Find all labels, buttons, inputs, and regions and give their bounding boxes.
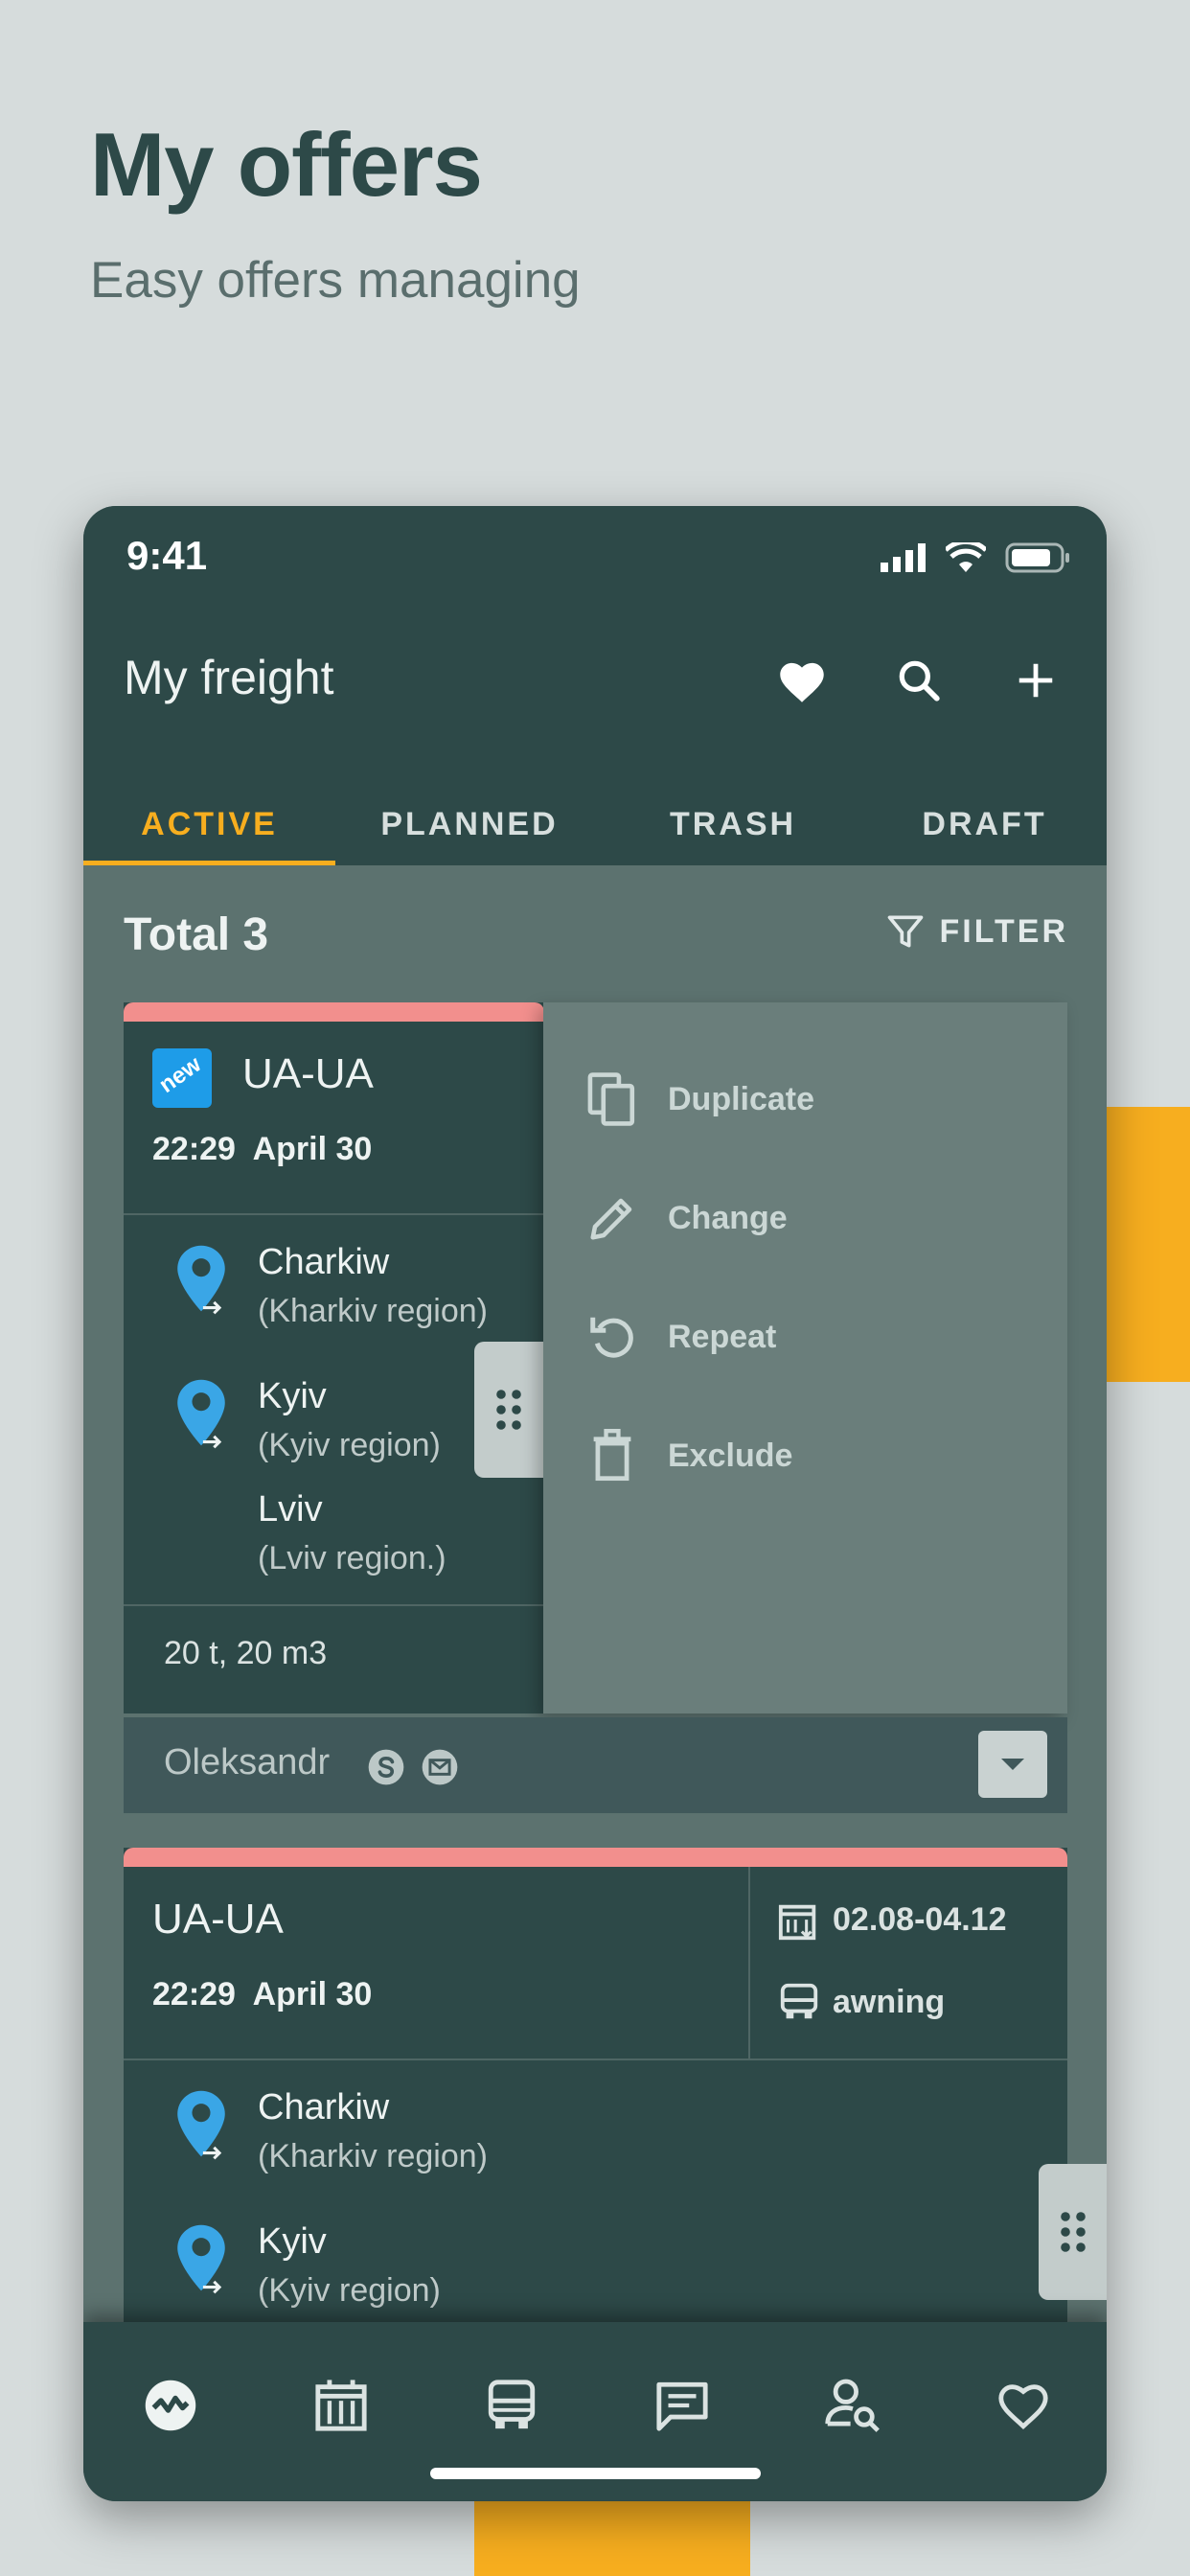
route-code: UA-UA	[242, 1050, 374, 1097]
offer-time: 22:29	[152, 1131, 236, 1167]
divider	[124, 1213, 544, 1215]
cargo-summary: 20 t, 20 m3	[164, 1635, 328, 1671]
route-stop: Charkiw (Kharkiv region)	[258, 1242, 488, 1330]
filter-icon	[887, 915, 923, 948]
drag-dots-icon	[496, 1390, 521, 1430]
new-badge: new	[152, 1048, 212, 1108]
menu-item-duplicate[interactable]: Duplicate	[543, 1046, 1067, 1152]
location-pin-icon	[177, 2224, 225, 2294]
mail-icon[interactable]	[419, 1746, 461, 1788]
menu-label: Exclude	[668, 1437, 793, 1474]
truck-icon[interactable]	[478, 2372, 545, 2439]
stop-region: (Kharkiv region)	[258, 1293, 488, 1329]
menu-item-change[interactable]: Change	[543, 1165, 1067, 1271]
stop-region: (Kyiv region)	[258, 2272, 441, 2309]
route-code: UA-UA	[152, 1896, 284, 1943]
user-search-icon[interactable]	[819, 2372, 886, 2439]
contact-row: Oleksandr	[124, 1717, 1067, 1813]
menu-item-exclude[interactable]: Exclude	[543, 1403, 1067, 1508]
drag-handle[interactable]	[474, 1342, 543, 1478]
drag-dots-icon	[1061, 2212, 1086, 2252]
wifi-icon	[946, 542, 986, 572]
favorites-icon[interactable]	[990, 2372, 1057, 2439]
card-status-stripe	[124, 1848, 1067, 1867]
location-pin-icon	[177, 2090, 225, 2160]
truck-icon	[780, 1983, 818, 2019]
menu-label: Duplicate	[668, 1080, 815, 1117]
total-count: Total 3	[124, 909, 269, 960]
promo-title: My offers	[90, 114, 483, 215]
offer-datetime: 22:29 April 30	[152, 1976, 372, 2013]
route-stop: Charkiw (Kharkiv region)	[258, 2087, 488, 2175]
search-icon[interactable]	[888, 650, 950, 711]
stop-city: Kyiv	[258, 2221, 327, 2262]
calendar-icon	[778, 1904, 816, 1941]
filter-button[interactable]: FILTER	[884, 910, 1068, 953]
phone-screen: 9:41 My freight ACTIVE PLANNED TRASH DRA…	[83, 506, 1107, 2501]
app-title: My freight	[124, 651, 334, 704]
stop-region: (Kyiv region)	[258, 1427, 441, 1463]
tab-bar: ACTIVE PLANNED TRASH DRAFT	[83, 784, 1107, 865]
location-pin-icon	[177, 1245, 225, 1315]
tab-draft[interactable]: DRAFT	[862, 784, 1107, 865]
menu-label: Change	[668, 1199, 788, 1236]
card-status-stripe	[124, 1002, 544, 1022]
menu-label: Repeat	[668, 1318, 777, 1355]
add-icon[interactable]	[1005, 650, 1066, 711]
tab-planned[interactable]: PLANNED	[335, 784, 604, 865]
decorative-accent-bottom	[474, 2492, 750, 2576]
tab-trash[interactable]: TRASH	[604, 784, 862, 865]
heart-icon[interactable]	[771, 650, 833, 711]
pencil-icon	[584, 1189, 641, 1247]
offer-time: 22:29	[152, 1976, 236, 2012]
new-badge-label: new	[154, 1051, 206, 1099]
signal-icon	[881, 543, 926, 572]
stop-city: Lviv	[258, 1489, 323, 1530]
duplicate-icon	[584, 1070, 641, 1128]
cargo-row: 20 t, 20 m3	[124, 1606, 544, 1714]
offer-date: April 30	[252, 1131, 373, 1167]
route-stop: Lviv (Lviv region.)	[258, 1489, 446, 1577]
expand-button[interactable]	[978, 1731, 1047, 1798]
dates-range: 02.08-04.12	[833, 1901, 1007, 1938]
location-pin-icon	[177, 1379, 225, 1449]
chevron-down-icon	[1001, 1759, 1024, 1770]
app-bar: 9:41 My freight ACTIVE PLANNED TRASH DRA…	[83, 506, 1107, 865]
stop-region: (Lviv region.)	[258, 1540, 446, 1576]
bottom-navigation	[83, 2322, 1107, 2501]
contact-name: Oleksandr	[164, 1742, 331, 1782]
offer-date: April 30	[252, 1976, 373, 2012]
route-stop: Kyiv (Kyiv region)	[258, 2221, 441, 2310]
stop-city: Kyiv	[258, 1376, 327, 1416]
route-stop: Kyiv (Kyiv region)	[258, 1376, 441, 1464]
chat-icon[interactable]	[649, 2372, 716, 2439]
filter-label: FILTER	[939, 912, 1068, 950]
stop-city: Charkiw	[258, 1242, 390, 1282]
menu-item-repeat[interactable]: Repeat	[543, 1284, 1067, 1390]
promo-subtitle: Easy offers managing	[90, 252, 581, 309]
tab-indicator	[83, 861, 335, 865]
offer-datetime: 22:29 April 30	[152, 1131, 372, 1168]
trash-icon	[584, 1427, 641, 1484]
stop-city: Charkiw	[258, 2087, 390, 2128]
vehicle-type: awning	[833, 1984, 946, 2020]
decorative-accent-right	[1107, 1107, 1190, 1382]
divider	[124, 2058, 1067, 2060]
tab-active[interactable]: ACTIVE	[83, 784, 335, 865]
drag-handle[interactable]	[1039, 2164, 1107, 2300]
divider	[748, 1867, 750, 2058]
status-icons	[881, 542, 1070, 573]
activity-icon[interactable]	[137, 2372, 204, 2439]
cargo-icon[interactable]	[308, 2372, 375, 2439]
home-indicator	[430, 2468, 761, 2479]
stop-region: (Kharkiv region)	[258, 2138, 488, 2174]
battery-icon	[1005, 542, 1069, 573]
skype-icon[interactable]	[365, 1746, 407, 1788]
offer-card[interactable]: UA-UA 22:29 April 30 02.08-04.12 awning …	[124, 1848, 1107, 2322]
repeat-icon	[584, 1308, 641, 1366]
context-menu: Duplicate Change Repeat Exclude	[543, 1002, 1067, 1714]
status-time: 9:41	[126, 533, 208, 578]
